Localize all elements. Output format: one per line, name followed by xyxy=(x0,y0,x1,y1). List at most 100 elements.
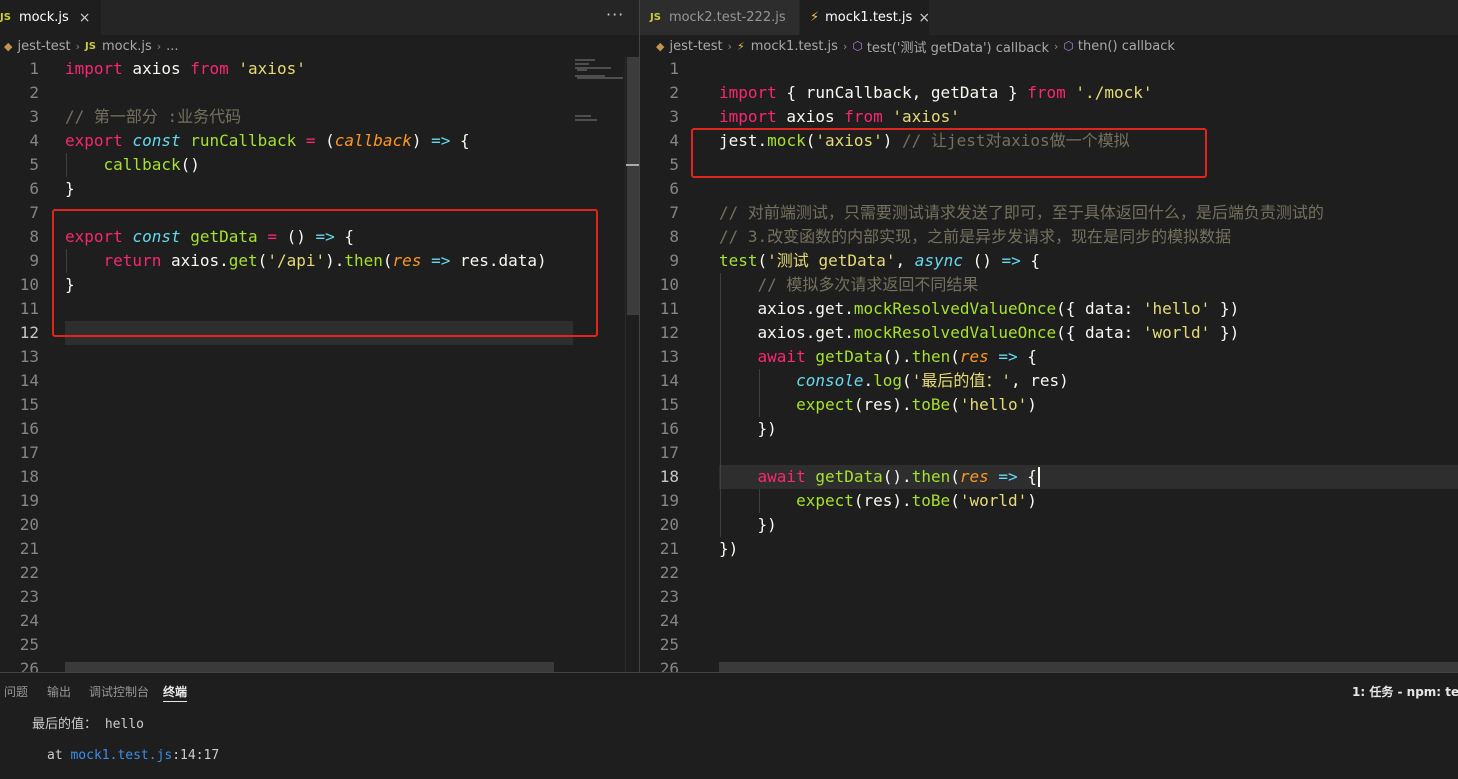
code-line[interactable]: 6} xyxy=(0,177,573,201)
code-line[interactable]: 23 xyxy=(640,585,1458,609)
breadcrumb-folder[interactable]: jest-test xyxy=(669,39,722,54)
tab-mock1-test-js[interactable]: ⚡ mock1.test.js × xyxy=(800,0,930,35)
line-number: 6 xyxy=(29,179,39,198)
jest-file-icon: ⚡ xyxy=(737,39,745,53)
breadcrumb-scope-then[interactable]: then() callback xyxy=(1078,39,1175,54)
breadcrumb-file[interactable]: mock.js xyxy=(102,39,152,54)
code-line[interactable]: 4 export const runCallback = (callback) =… xyxy=(0,129,573,153)
breadcrumb-scope-test[interactable]: test('测试 getData') callback xyxy=(867,37,1049,56)
code-line[interactable]: 1 xyxy=(640,57,1458,81)
line-number: 9 xyxy=(29,251,39,270)
code-line[interactable]: 6 xyxy=(640,177,1458,201)
code-line[interactable]: 8 // 3.改变函数的内部实现，之前是异步发请求，现在是同步的模拟数据 xyxy=(640,225,1458,249)
line-number: 23 xyxy=(659,587,679,606)
code-line[interactable]: 17 xyxy=(640,441,1458,465)
code-line[interactable]: 14 xyxy=(0,369,573,393)
close-icon[interactable]: × xyxy=(918,10,929,26)
code-line[interactable]: 7 // 对前端测试，只需要测试请求发送了即可，至于具体返回什么，是后端负责测试的 xyxy=(640,201,1458,225)
horizontal-scrollbar[interactable] xyxy=(65,662,554,672)
code-token: axios.get. xyxy=(719,323,854,342)
code-token: { xyxy=(450,131,470,150)
code-line[interactable]: 12 axios.get.mockResolvedValueOnce({ dat… xyxy=(640,321,1458,345)
code-line[interactable]: 11 axios.get.mockResolvedValueOnce({ dat… xyxy=(640,297,1458,321)
code-line[interactable]: 22 xyxy=(0,561,573,585)
code-text: axios.get.mockResolvedValueOnce({ data: … xyxy=(719,297,1240,321)
code-token: // 第一部分 :业务代码 xyxy=(65,107,242,126)
code-text: await getData().then(res => { xyxy=(719,465,1037,489)
code-token: then xyxy=(911,467,951,486)
code-line[interactable]: 3 import axios from 'axios' xyxy=(640,105,1458,129)
code-line[interactable]: 1 import axios from 'axios' xyxy=(0,57,573,81)
code-line[interactable]: 25 xyxy=(0,633,573,657)
code-line[interactable]: 16 }) xyxy=(640,417,1458,441)
code-line[interactable]: 24 xyxy=(640,609,1458,633)
code-line[interactable]: 10 // 模拟多次请求返回不同结果 xyxy=(640,273,1458,297)
code-token: console xyxy=(796,371,864,390)
code-line[interactable]: 2 xyxy=(0,81,573,105)
code-line[interactable]: 13 xyxy=(0,345,573,369)
code-line[interactable]: 25 xyxy=(640,633,1458,657)
line-number: 21 xyxy=(659,539,679,558)
panel-tab-output[interactable]: 输出 xyxy=(47,683,71,700)
code-line[interactable]: 22 xyxy=(640,561,1458,585)
code-line[interactable]: 16 xyxy=(0,417,573,441)
annotation-box xyxy=(52,209,598,337)
code-line[interactable]: 2 import { runCallback, getData } from '.… xyxy=(640,81,1458,105)
code-editor-right[interactable]: 1 2 import { runCallback, getData } from '… xyxy=(640,57,1458,672)
code-line[interactable]: 20 }) xyxy=(640,513,1458,537)
line-number: 18 xyxy=(19,467,39,486)
code-line[interactable]: 17 xyxy=(0,441,573,465)
horizontal-scrollbar[interactable] xyxy=(719,662,1458,672)
code-line[interactable]: 23 xyxy=(0,585,573,609)
breadcrumb-file[interactable]: mock1.test.js xyxy=(751,39,838,54)
code-token: (res). xyxy=(853,395,912,414)
tab-mock-js[interactable]: JS mock.js × xyxy=(0,0,102,35)
code-token: . xyxy=(863,371,874,390)
breadcrumb-folder[interactable]: jest-test xyxy=(17,39,70,54)
tab-mock2-test-222-js[interactable]: JS mock2.test-222.js xyxy=(640,0,800,35)
code-line[interactable]: 20 xyxy=(0,513,573,537)
line-number: 4 xyxy=(669,131,679,150)
code-token: '测试 getData' xyxy=(767,251,896,270)
code-text: test('测试 getData', async () => { xyxy=(719,249,1040,273)
code-token: (). xyxy=(882,467,912,486)
code-line[interactable]: 3 // 第一部分 :业务代码 xyxy=(0,105,573,129)
terminal-file-link[interactable]: mock1.test.js xyxy=(70,748,172,763)
code-line[interactable]: 18 await getData().then(res => { xyxy=(640,465,1458,489)
panel-tab-terminal[interactable]: 终端 xyxy=(163,683,188,702)
close-icon[interactable]: × xyxy=(79,10,91,26)
scrollbar-thumb[interactable] xyxy=(627,57,639,315)
code-line[interactable]: 13 await getData().then(res => { xyxy=(640,345,1458,369)
code-line[interactable]: 15 expect(res).toBe('hello') xyxy=(640,393,1458,417)
code-token: mockResolvedValueOnce xyxy=(853,299,1057,318)
code-text: console.log('最后的值：', res) xyxy=(719,369,1069,393)
code-line[interactable]: 21 xyxy=(0,537,573,561)
panel-tab-debug-console[interactable]: 调试控制台 xyxy=(89,683,149,700)
vertical-scrollbar[interactable] xyxy=(625,57,640,672)
code-line[interactable]: 5 callback() xyxy=(0,153,573,177)
line-number: 12 xyxy=(659,323,679,342)
line-number: 5 xyxy=(29,155,39,174)
breadcrumb-more[interactable]: ... xyxy=(166,39,178,54)
code-line[interactable]: 9 test('测试 getData', async () => { xyxy=(640,249,1458,273)
minimap[interactable] xyxy=(573,57,625,672)
code-line[interactable]: 19 xyxy=(0,489,573,513)
code-line[interactable]: 14 console.log('最后的值：', res) xyxy=(640,369,1458,393)
panel-tab-problems[interactable]: 问题 xyxy=(4,683,28,700)
code-line[interactable]: 21}) xyxy=(640,537,1458,561)
terminal-task-select[interactable]: 1: 任务 - npm: tes xyxy=(1352,683,1458,700)
code-line[interactable]: 19 expect(res).toBe('world') xyxy=(640,489,1458,513)
code-token: axios xyxy=(122,59,191,78)
code-line[interactable]: 15 xyxy=(0,393,573,417)
code-token: }) xyxy=(1210,323,1240,342)
more-actions-icon[interactable]: ··· xyxy=(606,0,624,35)
code-token: ) xyxy=(411,131,432,150)
line-number: 24 xyxy=(659,611,679,630)
code-line[interactable]: 24 xyxy=(0,609,573,633)
code-editor-left[interactable]: 1 import axios from 'axios' 2 3// 第一部分 :业务代… xyxy=(0,57,639,672)
line-number: 20 xyxy=(19,515,39,534)
code-line[interactable]: 18 xyxy=(0,465,573,489)
